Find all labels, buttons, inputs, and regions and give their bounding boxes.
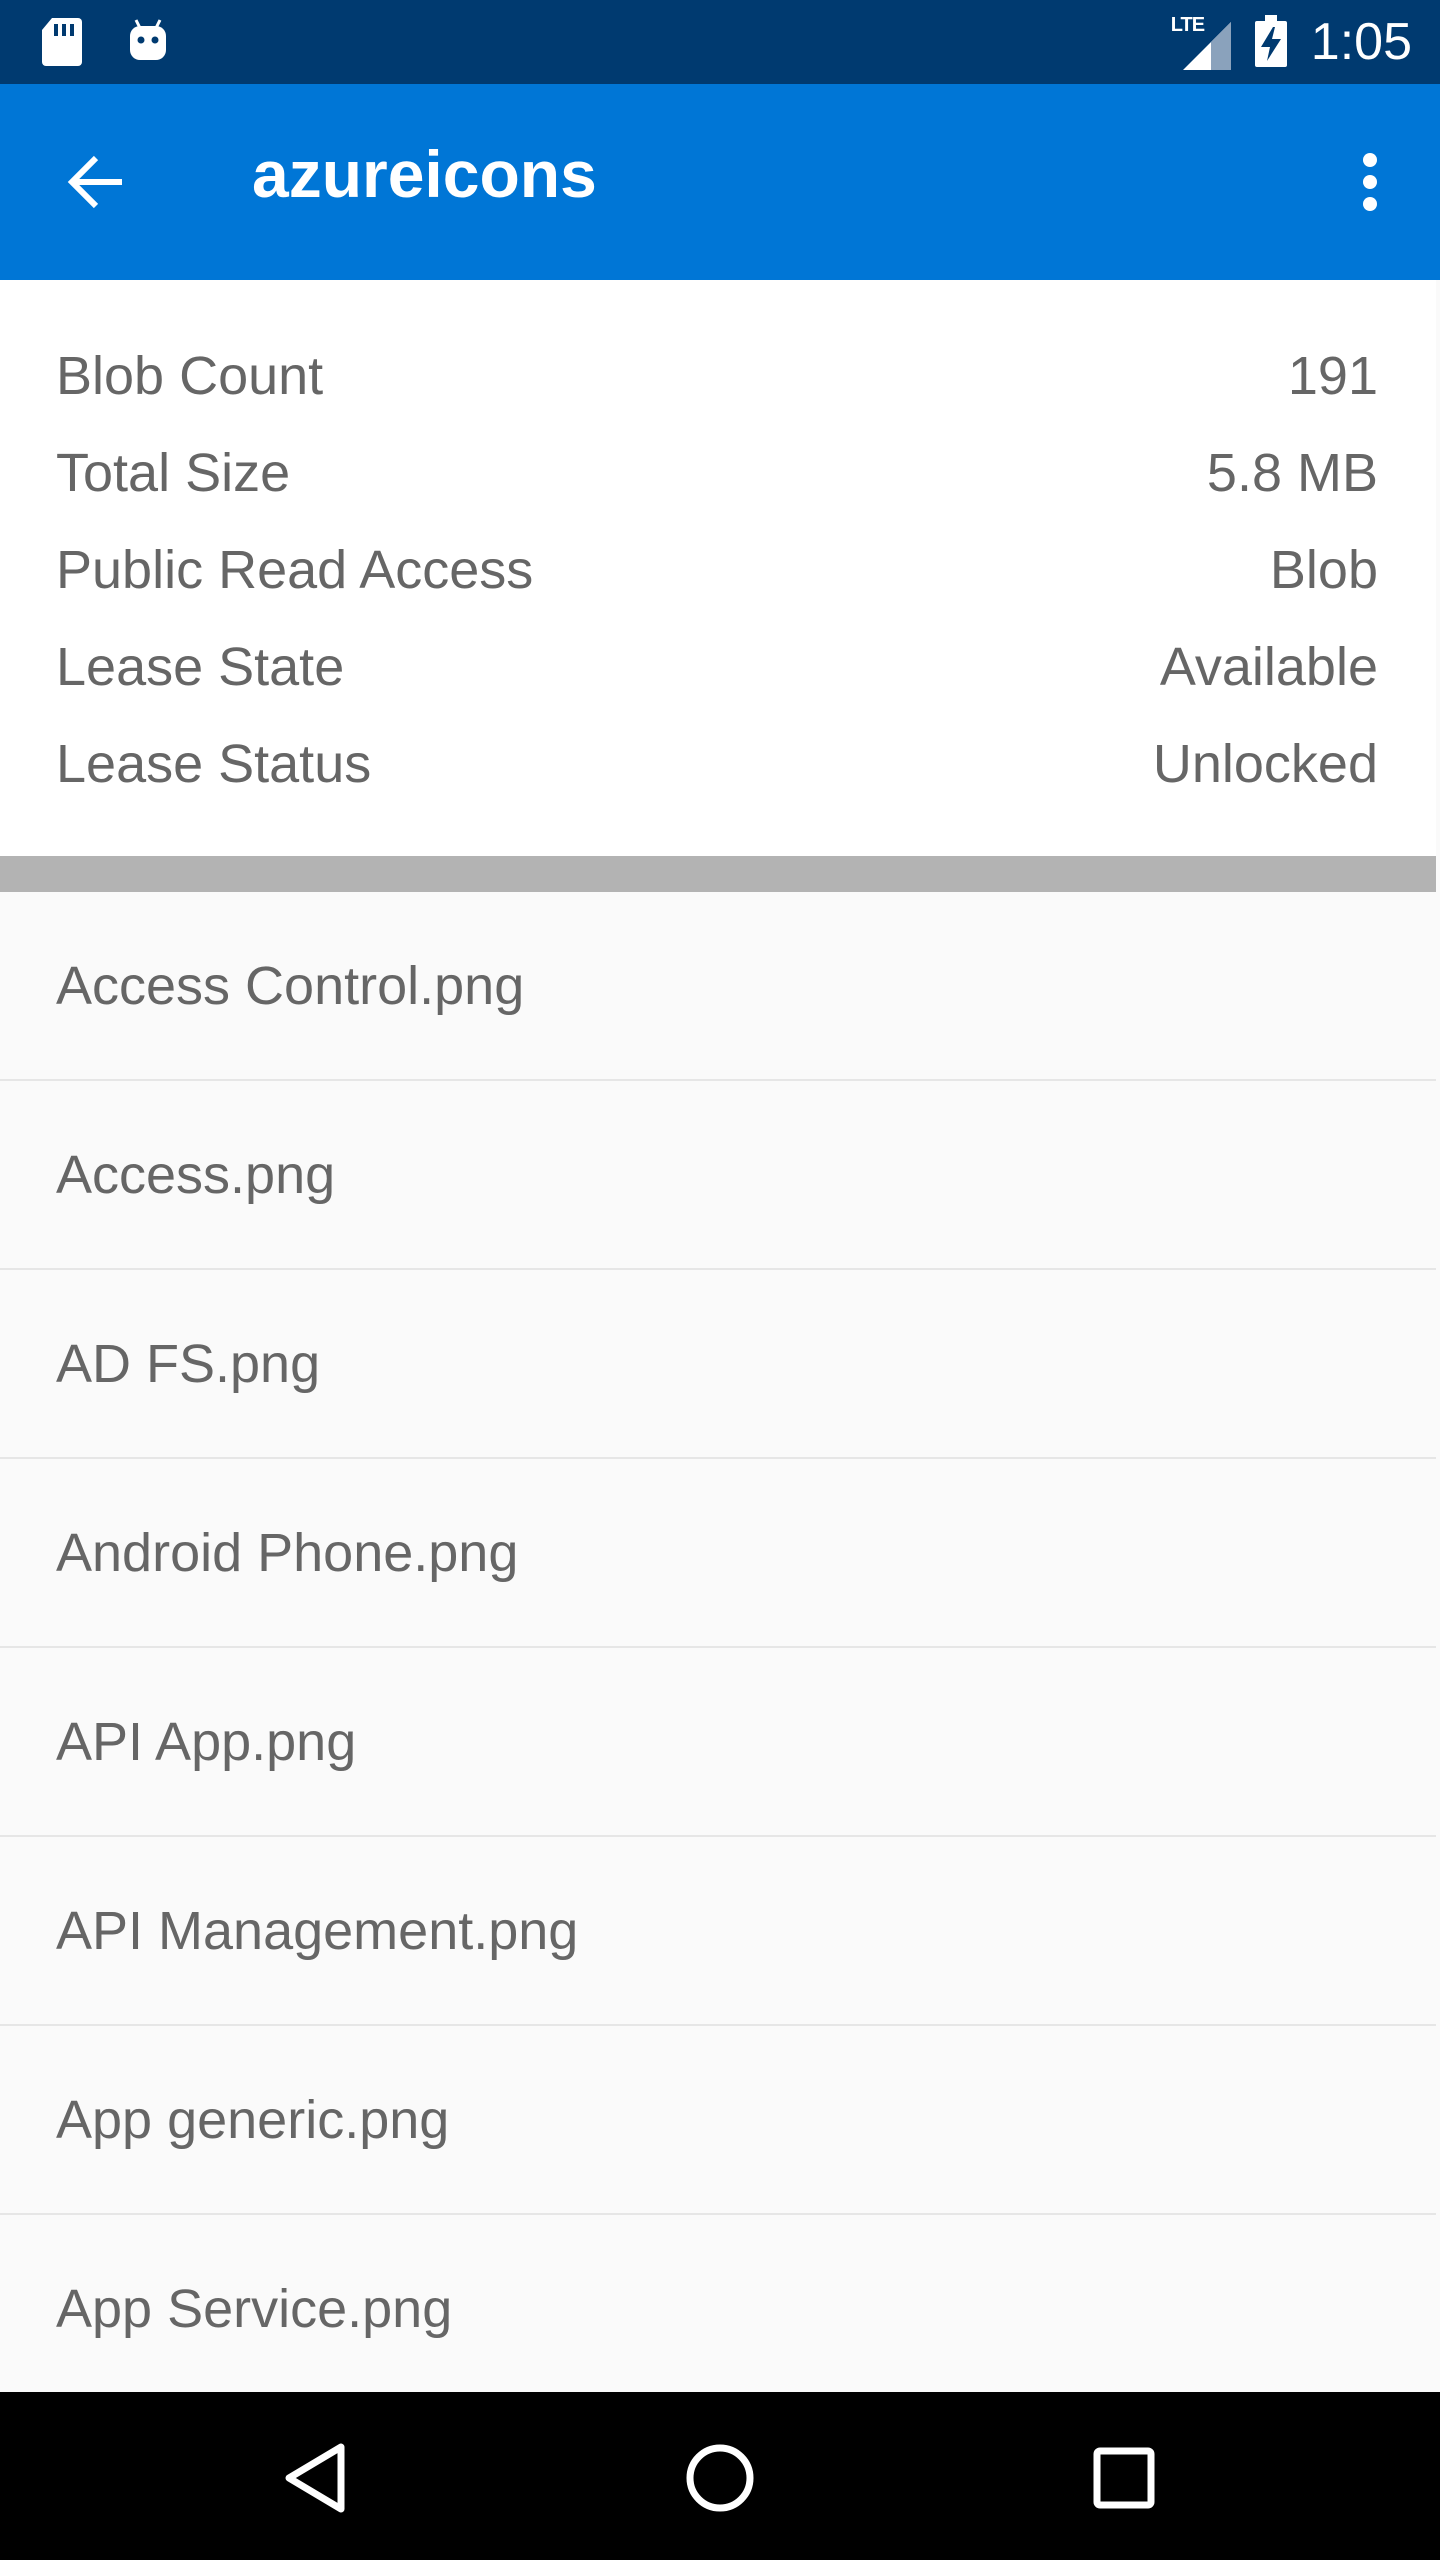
section-divider xyxy=(0,856,1436,892)
property-label: Lease State xyxy=(56,637,345,697)
blob-list: Access Control.png Access.png AD FS.png … xyxy=(0,892,1436,2404)
status-bar: LTE 1:05 xyxy=(0,0,1440,84)
list-item[interactable]: Access.png xyxy=(0,1081,1436,1270)
list-item[interactable]: API App.png xyxy=(0,1648,1436,1837)
back-arrow-icon xyxy=(67,155,122,209)
list-item[interactable]: App generic.png xyxy=(0,2026,1436,2215)
nav-recents-button[interactable] xyxy=(1074,2428,1174,2528)
file-name: API Management.png xyxy=(56,1900,579,1961)
list-item[interactable]: Android Phone.png xyxy=(0,1459,1436,1648)
property-label: Lease Status xyxy=(56,734,372,794)
list-item[interactable]: AD FS.png xyxy=(0,1270,1436,1459)
android-debug-icon xyxy=(130,19,166,60)
file-name: Access.png xyxy=(56,1144,336,1205)
home-circle-icon xyxy=(686,2444,754,2512)
list-item[interactable]: Access Control.png xyxy=(0,892,1436,1081)
navigation-bar xyxy=(0,2392,1440,2560)
more-vert-icon xyxy=(1363,153,1377,211)
app-bar: azureicons xyxy=(0,84,1440,280)
property-value: 5.8 MB xyxy=(1206,443,1378,503)
status-time: 1:05 xyxy=(1310,13,1412,71)
container-properties: Blob Count 191 Total Size 5.8 MB Public … xyxy=(0,280,1436,856)
file-name: API App.png xyxy=(56,1711,357,1772)
signal-icon: LTE xyxy=(1167,14,1231,70)
property-label: Total Size xyxy=(56,443,291,503)
property-row: Lease State Available xyxy=(56,619,1378,715)
property-value: Available xyxy=(1159,637,1378,697)
property-row: Total Size 5.8 MB xyxy=(56,425,1378,521)
list-item[interactable]: API Management.png xyxy=(0,1837,1436,2026)
nav-back-button[interactable] xyxy=(266,2428,366,2528)
property-row: Blob Count 191 xyxy=(56,328,1378,424)
list-item[interactable]: App Service.png xyxy=(0,2215,1436,2404)
sd-card-icon xyxy=(42,18,82,66)
property-value: Unlocked xyxy=(1152,734,1378,794)
battery-charging-icon xyxy=(1254,15,1287,67)
property-label: Public Read Access xyxy=(56,540,534,600)
property-label: Blob Count xyxy=(56,346,324,406)
file-name: App generic.png xyxy=(56,2089,450,2150)
file-name: Access Control.png xyxy=(56,955,525,1016)
overflow-menu-button[interactable] xyxy=(1340,142,1400,222)
page-title: azureicons xyxy=(252,137,597,211)
back-button[interactable] xyxy=(58,144,134,220)
property-value: 191 xyxy=(1287,346,1378,406)
recents-square-icon xyxy=(1093,2447,1155,2509)
file-name: App Service.png xyxy=(56,2278,453,2339)
file-name: Android Phone.png xyxy=(56,1522,519,1583)
property-value: Blob xyxy=(1269,540,1378,600)
property-row: Lease Status Unlocked xyxy=(56,716,1378,812)
file-name: AD FS.png xyxy=(56,1333,321,1394)
property-row: Public Read Access Blob xyxy=(56,522,1378,618)
nav-home-button[interactable] xyxy=(670,2428,770,2528)
back-triangle-icon xyxy=(285,2443,345,2513)
